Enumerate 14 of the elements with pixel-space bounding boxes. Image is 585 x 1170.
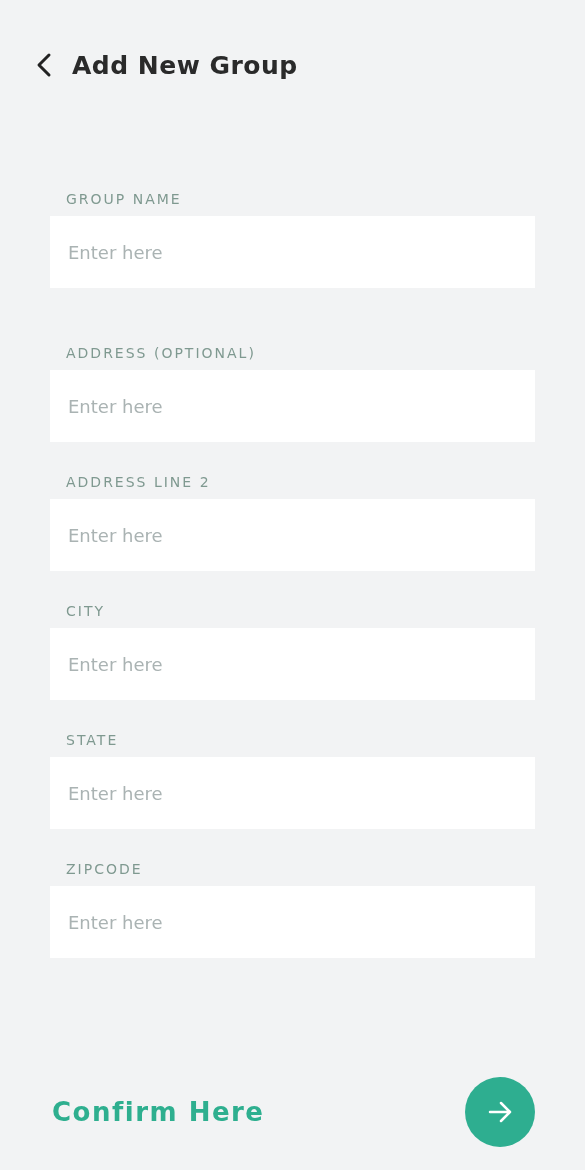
field-label: ZIPCODE [65, 860, 144, 878]
input-field[interactable]: Enter here [50, 499, 535, 571]
confirm-text: Confirm Here [51, 1097, 265, 1127]
input-field[interactable]: Enter here [50, 628, 535, 700]
field-label: GROUP NAME [65, 190, 183, 208]
input-field[interactable]: Enter here [50, 757, 535, 829]
field-label: STATE [65, 731, 120, 749]
input-field[interactable]: Enter here [50, 886, 535, 958]
field-label: ADDRESS LINE 2 [65, 473, 212, 491]
page-title: Add New Group [72, 50, 298, 80]
field-label: ADDRESS (OPTIONAL) [65, 344, 257, 362]
field-label: CITY [65, 602, 106, 620]
input-field[interactable]: Enter here [50, 370, 535, 442]
input-field[interactable]: Enter here [50, 216, 535, 288]
